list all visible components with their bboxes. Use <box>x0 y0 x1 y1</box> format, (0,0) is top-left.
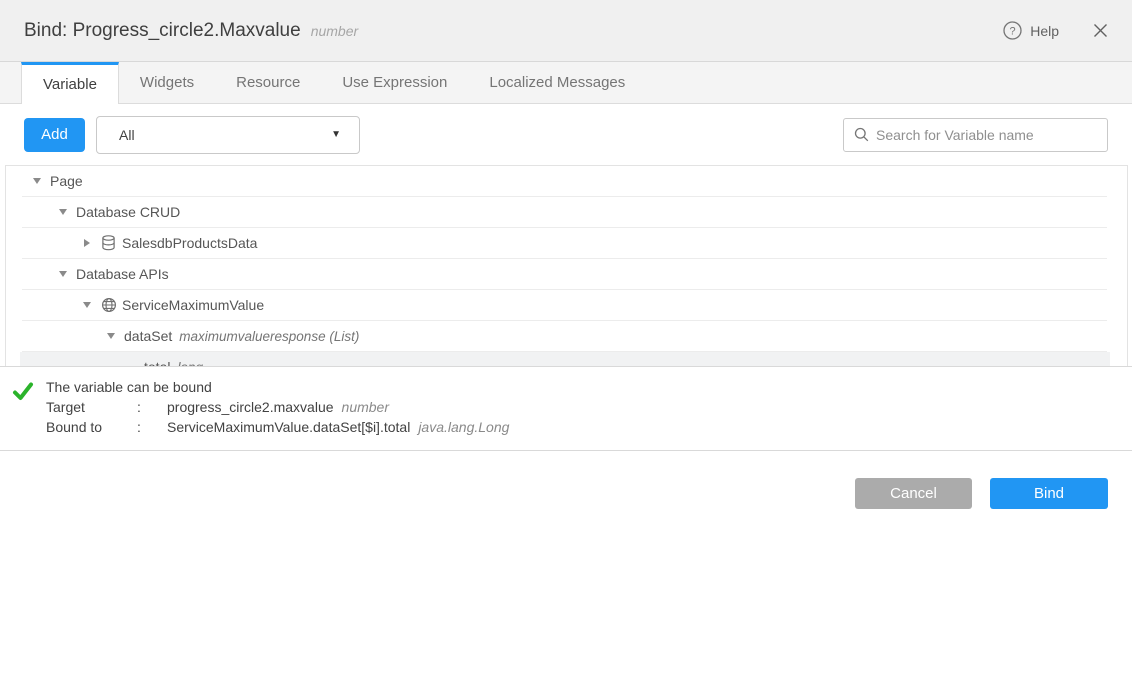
target-value: progress_circle2.maxvalue <box>167 397 334 417</box>
filter-dropdown[interactable]: All ▼ <box>96 116 360 154</box>
status-lines: The variable can be bound Target : progr… <box>46 377 509 450</box>
page-title: Bind: Progress_circle2.Maxvalue <box>24 20 301 42</box>
caret-down-icon <box>33 178 41 184</box>
search-box <box>843 118 1108 152</box>
target-separator: : <box>137 397 167 417</box>
svg-text:?: ? <box>1010 26 1016 38</box>
header-actions: ? Help <box>1003 21 1108 40</box>
close-button[interactable] <box>1093 23 1108 38</box>
tree-node-label: Page <box>50 173 83 189</box>
tree-node-label: SalesdbProductsData <box>122 235 257 251</box>
tree-row-dataset[interactable]: dataSet maximumvalueresponse (List) <box>22 321 1107 352</box>
bound-value: ServiceMaximumValue.dataSet[$i].total <box>167 417 410 437</box>
bind-dialog: Bind: Progress_circle2.Maxvalue number ?… <box>0 0 1132 677</box>
chevron-down-icon: ▼ <box>331 129 341 140</box>
help-icon: ? <box>1003 21 1022 40</box>
bind-button[interactable]: Bind <box>990 478 1108 509</box>
target-label: Target <box>46 397 137 417</box>
database-icon <box>100 235 117 252</box>
bound-type: java.lang.Long <box>418 417 509 437</box>
tree-row-total[interactable]: totallong <box>20 352 1110 366</box>
tree-row-salesdbproductsdata[interactable]: SalesdbProductsData <box>22 228 1107 259</box>
tab-widgets[interactable]: Widgets <box>119 62 215 103</box>
collapse-caret-icon[interactable] <box>104 333 118 339</box>
caret-right-icon <box>84 239 90 247</box>
collapse-caret-icon[interactable] <box>56 209 70 215</box>
tab-use-expression[interactable]: Use Expression <box>321 62 468 103</box>
tab-bar: VariableWidgetsResourceUse ExpressionLoc… <box>0 62 1132 104</box>
status-message: The variable can be bound <box>46 377 509 397</box>
tree-node-label: ServiceMaximumValue <box>122 297 264 313</box>
expand-caret-icon[interactable] <box>80 239 94 247</box>
collapse-caret-icon[interactable] <box>80 302 94 308</box>
caret-down-icon <box>107 333 115 339</box>
bound-to-label: Bound to <box>46 417 137 437</box>
tree-row-database-apis[interactable]: Database APIs <box>22 259 1107 290</box>
status-bound-row: Bound to : ServiceMaximumValue.dataSet[$… <box>46 417 509 437</box>
caret-down-icon <box>59 209 67 215</box>
tab-resource[interactable]: Resource <box>215 62 321 103</box>
title-type-label: number <box>311 23 358 39</box>
toolbar: Add All ▼ <box>0 104 1132 165</box>
bound-separator: : <box>137 417 167 437</box>
dialog-titlebar: Bind: Progress_circle2.Maxvalue number ?… <box>0 0 1132 62</box>
variable-tree: Page Database CRUD SalesdbProductsData Data… <box>5 165 1128 366</box>
status-target-row: Target : progress_circle2.maxvalue numbe… <box>46 397 509 417</box>
tree-node-label: Database CRUD <box>76 204 180 220</box>
tree-row-page[interactable]: Page <box>22 166 1107 197</box>
tree-row-database-crud[interactable]: Database CRUD <box>22 197 1107 228</box>
binding-status: The variable can be bound Target : progr… <box>0 367 1132 450</box>
dialog-footer: Cancel Bind <box>0 451 1132 677</box>
tab-variable[interactable]: Variable <box>21 62 119 104</box>
collapse-caret-icon[interactable] <box>56 271 70 277</box>
search-input[interactable] <box>876 127 1097 143</box>
target-type: number <box>342 397 389 417</box>
collapse-caret-icon[interactable] <box>30 178 44 184</box>
caret-down-icon <box>83 302 91 308</box>
search-icon <box>854 127 869 142</box>
title-group: Bind: Progress_circle2.Maxvalue number <box>24 20 358 42</box>
tree-row-servicemaximumvalue[interactable]: ServiceMaximumValue <box>22 290 1107 321</box>
help-label: Help <box>1030 23 1059 39</box>
tree-node-label: dataSet <box>124 328 172 344</box>
tab-localized-messages[interactable]: Localized Messages <box>468 62 646 103</box>
webservice-globe-icon <box>100 297 117 314</box>
tree-node-type: maximumvalueresponse (List) <box>179 329 359 344</box>
caret-down-icon <box>59 271 67 277</box>
success-check-icon <box>12 380 34 402</box>
filter-selected-value: All <box>119 127 135 143</box>
help-button[interactable]: ? Help <box>1003 21 1059 40</box>
add-button[interactable]: Add <box>24 118 85 152</box>
cancel-button[interactable]: Cancel <box>855 478 972 509</box>
close-icon <box>1093 23 1108 38</box>
tree-node-label: Database APIs <box>76 266 169 282</box>
